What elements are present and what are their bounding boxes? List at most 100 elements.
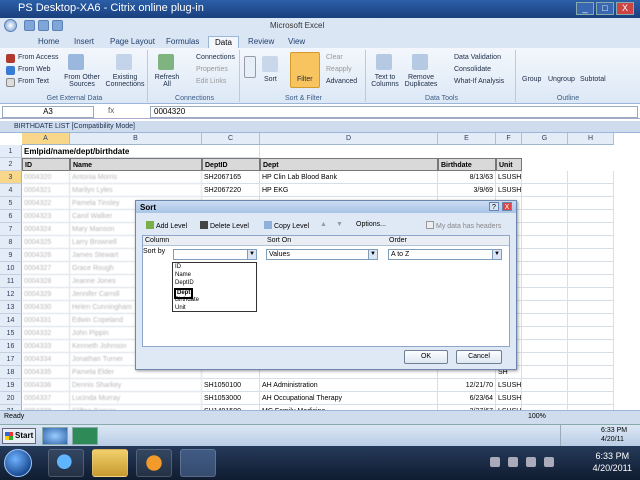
table-cell[interactable]: 0004325 — [22, 236, 70, 249]
advanced-button[interactable]: Advanced — [326, 78, 357, 85]
header-cell[interactable]: Name — [70, 158, 202, 171]
table-cell[interactable]: 0004329 — [22, 288, 70, 301]
name-box[interactable]: A3 — [2, 106, 94, 118]
sort-on-select[interactable]: Values ▼ — [266, 249, 378, 260]
explorer-folder-icon[interactable] — [92, 449, 128, 477]
table-cell[interactable]: 0004337 — [22, 392, 70, 405]
column-select[interactable]: ▼ — [173, 249, 257, 260]
from-web-button[interactable]: From Web — [18, 66, 51, 73]
header-cell[interactable]: ID — [22, 158, 70, 171]
row-header[interactable]: 6 — [0, 210, 22, 223]
table-cell[interactable] — [522, 392, 568, 405]
table-cell[interactable] — [568, 366, 614, 379]
column-header-d[interactable]: D — [260, 133, 438, 145]
row-header[interactable]: 3 — [0, 171, 22, 184]
maximize-button[interactable]: □ — [596, 2, 614, 15]
formula-input[interactable]: 0004320 — [150, 106, 638, 118]
column-header-a[interactable]: A — [22, 133, 70, 145]
table-cell[interactable]: 8/13/63 — [438, 171, 496, 184]
table-cell[interactable] — [522, 275, 568, 288]
row-header[interactable]: 4 — [0, 184, 22, 197]
column-header-e[interactable]: E — [438, 133, 496, 145]
add-level-button[interactable]: Add Level — [146, 221, 187, 230]
text-to-columns-button[interactable]: Text to Columns — [370, 74, 400, 88]
help-button[interactable]: ? — [489, 202, 499, 211]
table-cell[interactable]: 0004335 — [22, 366, 70, 379]
fx-icon[interactable]: fx — [108, 106, 148, 118]
table-cell[interactable]: 0004331 — [22, 314, 70, 327]
existing-connections-button[interactable]: Existing Connections — [102, 74, 148, 88]
move-up-icon[interactable]: ▲ — [320, 221, 327, 228]
close-button[interactable]: X — [616, 2, 634, 15]
row-header[interactable]: 11 — [0, 275, 22, 288]
tray-network-icon[interactable] — [508, 457, 518, 467]
tray-flag-icon[interactable] — [490, 457, 500, 467]
table-cell[interactable]: AH Administration — [260, 379, 438, 392]
tab-data[interactable]: Data — [208, 36, 239, 48]
table-cell[interactable]: Antonia Morris — [70, 171, 202, 184]
ungroup-button[interactable]: Ungroup — [548, 76, 575, 83]
header-cell[interactable]: Birthdate — [438, 158, 496, 171]
row-header[interactable]: 16 — [0, 340, 22, 353]
row-header[interactable]: 14 — [0, 314, 22, 327]
table-cell[interactable] — [522, 197, 568, 210]
row-header[interactable]: 15 — [0, 327, 22, 340]
ie-icon[interactable] — [42, 427, 68, 445]
row-header[interactable]: 13 — [0, 301, 22, 314]
properties-button[interactable]: Properties — [196, 66, 228, 73]
table-cell[interactable] — [568, 314, 614, 327]
tab-insert[interactable]: Insert — [68, 36, 100, 48]
sort-az-icon[interactable] — [244, 56, 256, 78]
table-cell[interactable]: 0004328 — [22, 275, 70, 288]
table-cell[interactable] — [568, 288, 614, 301]
row-header[interactable]: 2 — [0, 158, 22, 171]
move-down-icon[interactable]: ▼ — [336, 221, 343, 228]
row-header[interactable]: 18 — [0, 366, 22, 379]
table-cell[interactable]: 0004332 — [22, 327, 70, 340]
cancel-button[interactable]: Cancel — [456, 350, 502, 364]
tray-app-icon[interactable] — [544, 457, 554, 467]
table-cell[interactable] — [568, 223, 614, 236]
media-player-icon[interactable] — [136, 449, 172, 477]
dialog-close-button[interactable]: X — [502, 202, 512, 211]
table-cell[interactable]: 0004336 — [22, 379, 70, 392]
redo-icon[interactable] — [52, 20, 63, 31]
table-cell[interactable]: AH Occupational Therapy — [260, 392, 438, 405]
table-cell[interactable] — [568, 184, 614, 197]
remote-start-button[interactable]: Start — [2, 428, 36, 444]
connections-button[interactable]: Connections — [196, 54, 235, 61]
table-cell[interactable]: 0004330 — [22, 301, 70, 314]
table-cell[interactable]: 0004326 — [22, 249, 70, 262]
column-header-c[interactable]: C — [202, 133, 260, 145]
system-clock[interactable]: 6:33 PM 4/20/2011 — [593, 450, 632, 474]
save-icon[interactable] — [24, 20, 35, 31]
table-cell[interactable]: LSUSH — [496, 392, 522, 405]
table-cell[interactable] — [522, 171, 568, 184]
remove-duplicates-button[interactable]: Remove Duplicates — [402, 74, 440, 88]
table-cell[interactable] — [522, 314, 568, 327]
table-cell[interactable] — [568, 210, 614, 223]
from-access-button[interactable]: From Access — [18, 54, 58, 61]
zoom-level[interactable]: 100% — [528, 413, 546, 420]
table-cell[interactable]: 0004334 — [22, 353, 70, 366]
table-cell[interactable]: 0004320 — [22, 171, 70, 184]
table-cell[interactable]: SH1053000 — [202, 392, 260, 405]
table-cell[interactable]: 12/21/70 — [438, 379, 496, 392]
ie-icon[interactable] — [48, 449, 84, 477]
consolidate-button[interactable]: Consolidate — [454, 66, 491, 73]
table-cell[interactable]: LSUSH — [496, 171, 522, 184]
table-cell[interactable]: SH2067165 — [202, 171, 260, 184]
dropdown-option-name[interactable]: Name — [175, 272, 191, 279]
table-cell[interactable]: 3/9/69 — [438, 184, 496, 197]
dropdown-option-deptid[interactable]: DeptID — [175, 280, 194, 287]
office-button-icon[interactable] — [4, 19, 17, 32]
table-cell[interactable] — [568, 392, 614, 405]
copy-level-button[interactable]: Copy Level — [264, 221, 309, 230]
data-validation-button[interactable]: Data Validation — [454, 54, 501, 61]
table-cell[interactable] — [568, 171, 614, 184]
row-header[interactable]: 9 — [0, 249, 22, 262]
table-cell[interactable] — [522, 288, 568, 301]
row-header[interactable]: 10 — [0, 262, 22, 275]
row-header[interactable]: 12 — [0, 288, 22, 301]
row-header[interactable]: 5 — [0, 197, 22, 210]
